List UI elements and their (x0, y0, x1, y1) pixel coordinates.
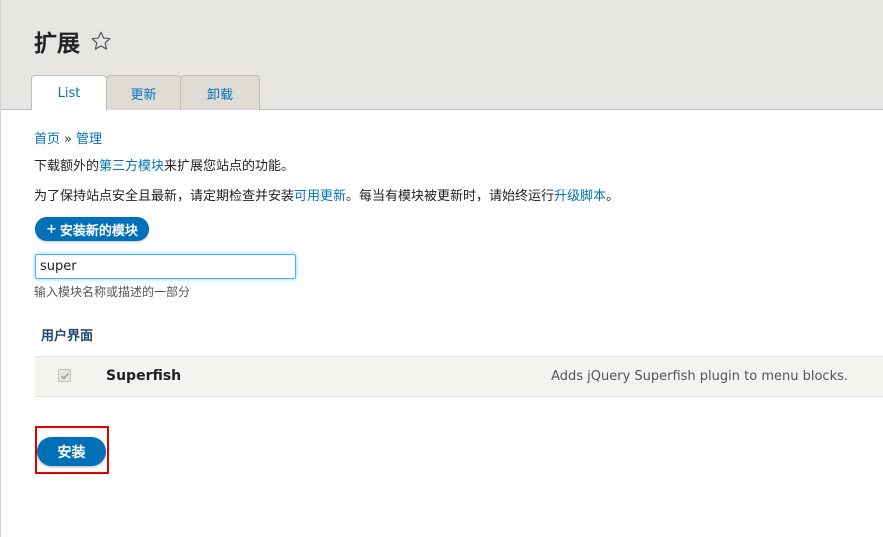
page-title-wrap: 扩展 (34, 24, 112, 58)
breadcrumb: 首页 » 管理 (34, 128, 102, 147)
star-outline-icon[interactable] (90, 30, 112, 52)
intro-line2-post: 。 (606, 189, 620, 204)
module-filter-help: 输入模块名称或描述的一部分 (34, 285, 191, 299)
tab-uninstall[interactable]: 卸载 (180, 75, 260, 110)
tab-uninstall-label: 卸载 (206, 87, 233, 103)
breadcrumb-admin-link[interactable]: 管理 (76, 132, 102, 147)
page-header: 扩展 List 更新 卸载 (1, 0, 883, 110)
third-party-modules-link[interactable]: 第三方模块 (99, 159, 164, 174)
intro-line2-pre: 为了保持站点安全且最新，请定期检查并安装 (34, 189, 295, 204)
package-group-label: 用户界面 (41, 329, 94, 344)
primary-tabs: List 更新 卸载 (31, 75, 260, 110)
checkmark-icon (60, 372, 69, 380)
tab-update-label: 更新 (130, 87, 157, 103)
page-title: 扩展 (34, 31, 80, 57)
intro-line1-post: 来扩展您站点的功能。 (164, 159, 295, 174)
update-text: 为了保持站点安全且最新，请定期检查并安装可用更新。每当有模块被更新时，请始终运行… (34, 185, 619, 204)
intro-line2-mid: 。每当有模块被更新时，请始终运行 (346, 189, 555, 204)
install-new-module-label: 安装新的模块 (59, 223, 138, 239)
plus-icon: + (46, 221, 57, 237)
breadcrumb-separator: » (64, 132, 72, 147)
install-button[interactable]: 安装 (37, 437, 106, 466)
update-script-link[interactable]: 升级脚本 (554, 189, 606, 204)
tab-list[interactable]: List (31, 75, 107, 110)
tab-update[interactable]: 更新 (106, 75, 181, 110)
intro-text: 下载额外的第三方模块来扩展您站点的功能。 (34, 155, 294, 174)
install-new-module-button[interactable]: + 安装新的模块 (35, 217, 149, 241)
module-filter-input[interactable] (35, 254, 296, 279)
module-name[interactable]: Superfish (106, 368, 181, 384)
tab-list-label: List (57, 85, 81, 101)
module-row: Superfish Adds jQuery Superfish plugin t… (35, 356, 883, 397)
module-description: Adds jQuery Superfish plugin to menu blo… (551, 369, 848, 384)
available-updates-link[interactable]: 可用更新 (294, 189, 346, 204)
module-enable-checkbox[interactable] (58, 369, 71, 382)
intro-line1-pre: 下载额外的 (34, 159, 100, 174)
breadcrumb-home-link[interactable]: 首页 (34, 132, 60, 147)
